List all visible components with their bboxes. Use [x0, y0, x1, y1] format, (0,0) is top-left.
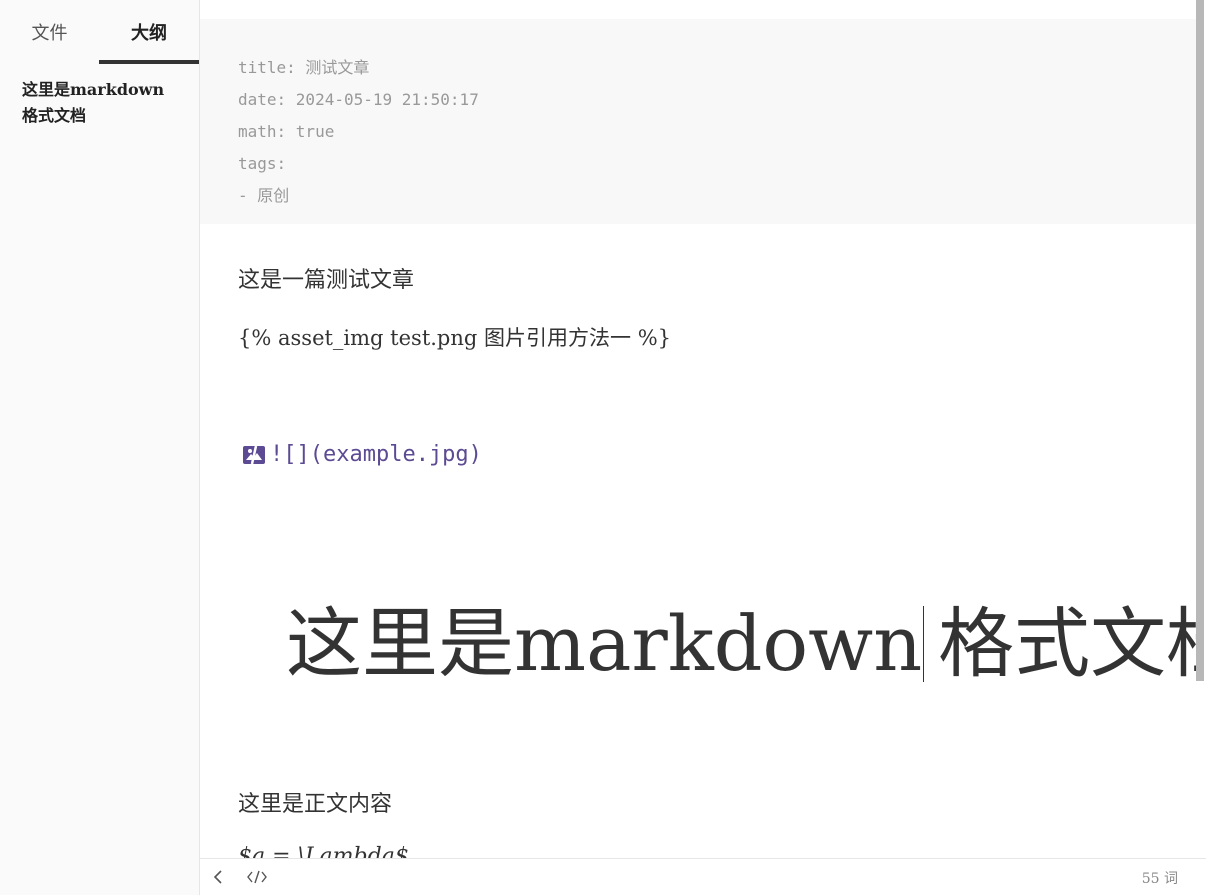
paragraph-asset-img[interactable]: {% asset_img test.png 图片引用方法一 %}: [238, 322, 671, 352]
word-count[interactable]: 55 词: [1142, 868, 1178, 888]
front-matter-tags-line: tags:: [238, 154, 287, 173]
front-matter-title-line: title: 测试文章: [238, 58, 370, 77]
heading-1[interactable]: 这里是markdown 格式文档: [286, 594, 1196, 694]
outline-list: 这里是markdown 格式文档: [22, 77, 182, 129]
editor-scrollbar[interactable]: [1196, 0, 1204, 895]
tab-outline[interactable]: 大纲: [99, 0, 199, 64]
heading-text-part2: 格式文档: [938, 599, 1196, 688]
broken-image-icon: [242, 444, 266, 466]
chevron-left-icon[interactable]: [210, 868, 228, 886]
outline-item-heading[interactable]: 这里是markdown 格式文档: [22, 77, 182, 129]
math-inline[interactable]: $a = \Lambda$: [238, 844, 409, 858]
paragraph-intro[interactable]: 这是一篇测试文章: [238, 262, 414, 294]
text-cursor: [923, 606, 925, 682]
word-count-number: 55: [1141, 871, 1160, 887]
status-bar: 55 词: [200, 858, 1206, 895]
editor-area[interactable]: title: 测试文章 date: 2024-05-19 21:50:17 ma…: [200, 0, 1196, 858]
yaml-front-matter[interactable]: title: 测试文章 date: 2024-05-19 21:50:17 ma…: [200, 19, 1196, 224]
scrollbar-thumb[interactable]: [1196, 0, 1204, 681]
code-icon[interactable]: [246, 868, 268, 886]
front-matter-date-line: date: 2024-05-19 21:50:17: [238, 90, 479, 109]
heading-text-part1: 这里是markdown: [286, 599, 923, 688]
front-matter-tag-item: - 原创: [238, 186, 290, 205]
tab-files[interactable]: 文件: [0, 0, 99, 64]
sidebar-tabs: 文件 大纲: [0, 0, 199, 64]
word-count-unit: 词: [1164, 871, 1178, 887]
image-markdown-text: ![](example.jpg): [270, 442, 482, 467]
sidebar: 文件 大纲 这里是markdown 格式文档: [0, 0, 200, 895]
paragraph-body[interactable]: 这里是正文内容: [238, 786, 392, 818]
front-matter-math-line: math: true: [238, 122, 335, 141]
typora-window: 文件 大纲 这里是markdown 格式文档 title: 测试文章 date:…: [0, 0, 1206, 895]
image-markdown-source[interactable]: ![](example.jpg): [242, 442, 482, 467]
